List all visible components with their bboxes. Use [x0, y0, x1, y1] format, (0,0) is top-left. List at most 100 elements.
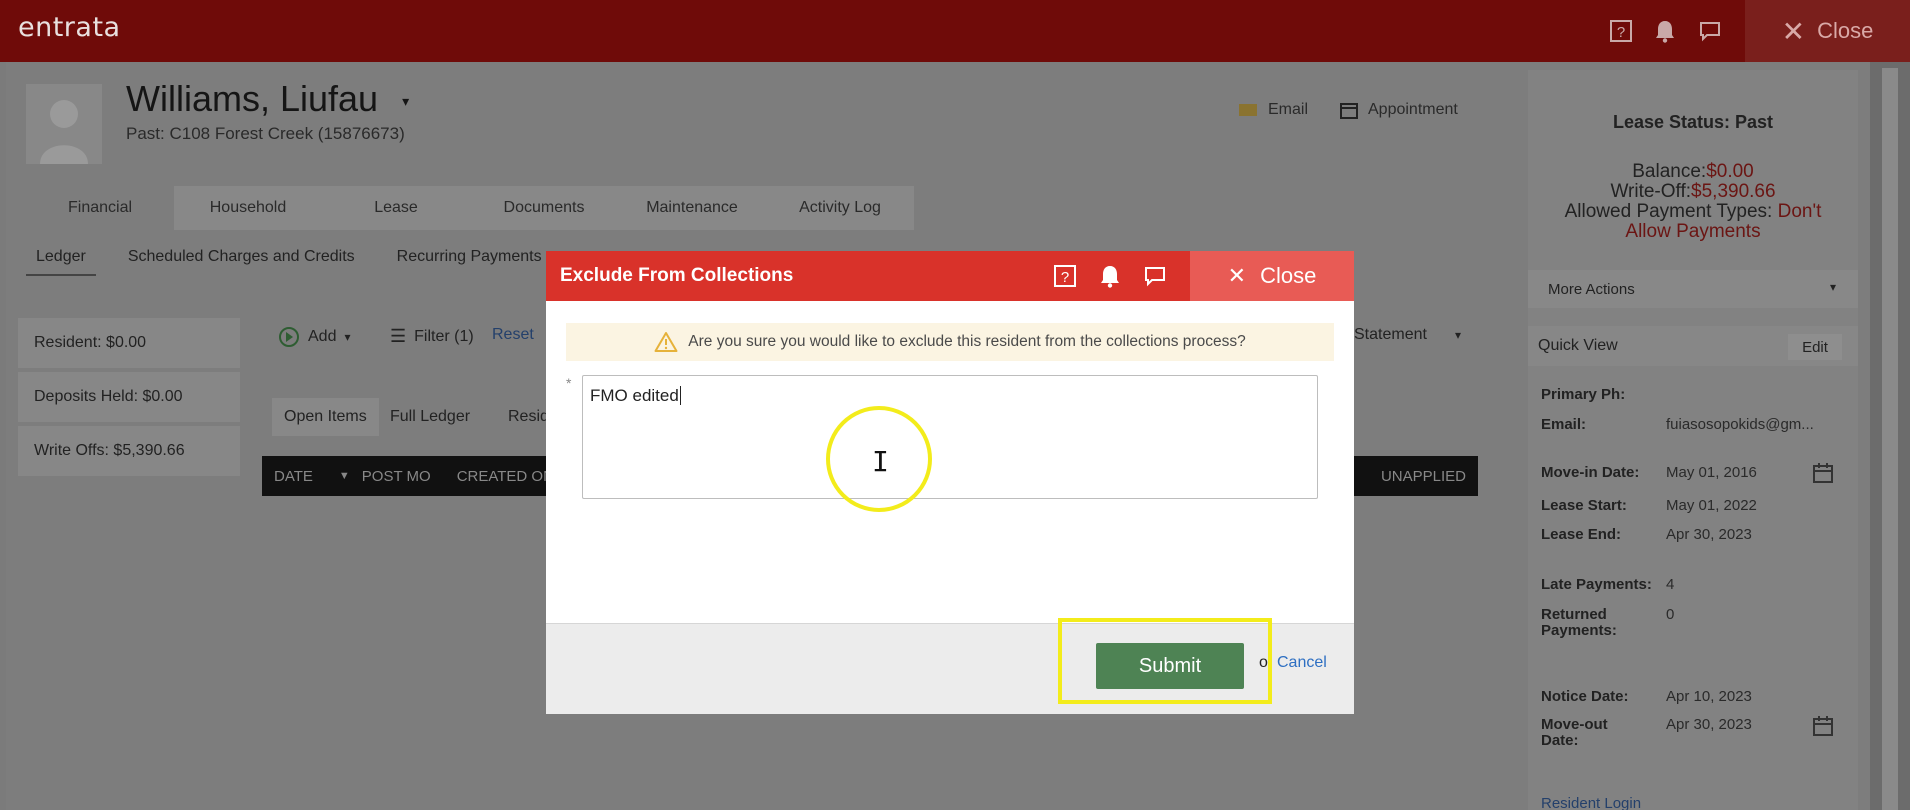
- text-cursor-icon: I: [872, 445, 889, 478]
- tab-activity-log[interactable]: Activity Log: [766, 186, 914, 230]
- lease-end-label: Lease End:: [1541, 526, 1622, 543]
- resident-unit: Past: C108 Forest Creek (15876673): [126, 124, 405, 143]
- late-payments-label: Late Payments:: [1541, 576, 1652, 593]
- email-link-label: Email: [1268, 101, 1309, 118]
- col-post-month[interactable]: POST MO: [362, 468, 431, 485]
- col-created-on[interactable]: CREATED ON: [457, 468, 554, 485]
- resident-name[interactable]: Williams, Liufau ▾: [126, 78, 409, 120]
- email-link[interactable]: Email: [1238, 101, 1308, 119]
- warning-banner: Are you sure you would like to exclude t…: [566, 323, 1334, 361]
- payment-types-value: Don't: [1777, 201, 1822, 222]
- col-date[interactable]: DATE: [274, 468, 313, 485]
- lease-end-value: Apr 30, 2023: [1666, 526, 1752, 543]
- moveout-date-label-cont: Date:: [1541, 732, 1579, 749]
- filter-icon: ☰: [390, 326, 407, 346]
- movein-value: May 01, 2016: [1666, 464, 1757, 481]
- scrollbar-thumb[interactable]: [1882, 68, 1898, 810]
- modal-close-button[interactable]: ✕ Close: [1190, 251, 1354, 301]
- help-icon[interactable]: ?: [1608, 18, 1634, 44]
- add-circle-icon: [279, 327, 299, 347]
- warning-icon: [654, 332, 678, 352]
- resident-tabs: Financial Household Lease Documents Main…: [26, 186, 914, 230]
- svg-text:?: ?: [1061, 269, 1069, 286]
- quick-view-title: Quick View: [1538, 337, 1618, 354]
- balance-line: Balance:$0.00: [1528, 161, 1858, 183]
- close-icon: ✕: [1227, 263, 1247, 288]
- subtab-ledger[interactable]: Ledger: [26, 240, 96, 276]
- help-icon[interactable]: ?: [1052, 263, 1078, 289]
- returned-payments-label: Returned: [1541, 606, 1607, 623]
- bell-icon[interactable]: [1652, 18, 1678, 44]
- lease-start-value: May 01, 2022: [1666, 497, 1757, 514]
- late-payments-value: 4: [1666, 576, 1675, 593]
- calendar-icon: [1340, 103, 1358, 119]
- resident-name-text: Williams, Liufau: [126, 78, 379, 119]
- subtab-scheduled-charges[interactable]: Scheduled Charges and Credits: [118, 240, 365, 276]
- email-label: Email:: [1541, 416, 1587, 433]
- modal-header: Exclude From Collections ? ✕ Close: [546, 251, 1354, 301]
- text-caret: [679, 386, 681, 405]
- payment-types-label: Allowed Payment Types:: [1564, 201, 1773, 222]
- tab-lease[interactable]: Lease: [322, 186, 470, 230]
- resident-balance: Resident: $0.00: [18, 318, 240, 368]
- caret-down-icon[interactable]: ▾: [402, 93, 409, 109]
- subtab-recurring-payments[interactable]: Recurring Payments: [387, 240, 552, 276]
- reset-link[interactable]: Reset: [492, 326, 534, 344]
- calendar-icon[interactable]: [1812, 715, 1834, 737]
- resident-login-link[interactable]: Resident Login: [1541, 795, 1641, 810]
- deposits-held: Deposits Held: $0.00: [18, 372, 240, 422]
- more-actions-dropdown[interactable]: More Actions ▾: [1528, 270, 1858, 308]
- cancel-link[interactable]: Cancel: [1277, 654, 1327, 672]
- page-scrollbar[interactable]: [1870, 62, 1910, 810]
- lease-status: Lease Status: Past: [1612, 112, 1774, 132]
- writeoff-label: Write-Off:: [1610, 181, 1692, 202]
- quick-view-edit-button[interactable]: Edit: [1788, 334, 1842, 360]
- warning-text: Are you sure you would like to exclude t…: [688, 333, 1246, 350]
- required-marker: *: [566, 375, 572, 391]
- more-actions-label: More Actions: [1548, 281, 1635, 298]
- close-icon: ✕: [1781, 15, 1806, 47]
- sort-caret-icon[interactable]: ▼: [339, 470, 350, 482]
- notice-date-value: Apr 10, 2023: [1666, 688, 1752, 705]
- tab-financial[interactable]: Financial: [26, 186, 174, 230]
- modal-title: Exclude From Collections: [560, 265, 794, 286]
- movein-label: Move-in Date:: [1541, 464, 1640, 481]
- tab-documents[interactable]: Documents: [470, 186, 618, 230]
- modal-close-label: Close: [1260, 263, 1317, 288]
- note-textarea[interactable]: FMO edited: [582, 375, 1318, 499]
- open-items-tab[interactable]: Open Items: [272, 398, 379, 436]
- tab-household[interactable]: Household: [174, 186, 322, 230]
- returned-payments-value: 0: [1666, 606, 1675, 623]
- submit-highlight-box: [1058, 618, 1272, 704]
- appointment-link-label: Appointment: [1368, 101, 1458, 118]
- balance-value: $0.00: [1706, 161, 1754, 182]
- full-ledger-tab[interactable]: Full Ledger: [378, 398, 482, 436]
- bell-icon[interactable]: [1097, 263, 1123, 289]
- filter-button[interactable]: ☰ Filter (1): [390, 326, 474, 347]
- appointment-link[interactable]: Appointment: [1340, 101, 1458, 119]
- col-unapplied[interactable]: UNAPPLIED: [1381, 468, 1466, 485]
- add-button[interactable]: Add ▾: [278, 326, 351, 348]
- svg-text:?: ?: [1617, 24, 1625, 41]
- email-value[interactable]: fuiasosopokids@gm...: [1666, 416, 1814, 433]
- avatar: [26, 84, 102, 164]
- moveout-date-label: Move-out: [1541, 716, 1608, 733]
- chat-icon[interactable]: [1142, 263, 1168, 289]
- payment-types-value-cont: Allow Payments: [1625, 221, 1761, 242]
- add-label: Add: [308, 328, 337, 345]
- chat-icon[interactable]: [1697, 18, 1723, 44]
- tab-maintenance[interactable]: Maintenance: [618, 186, 766, 230]
- write-offs: Write Offs: $5,390.66: [18, 426, 240, 476]
- caret-down-icon: ▾: [1454, 328, 1461, 342]
- caret-down-icon: ▾: [1829, 280, 1836, 294]
- statement-dropdown[interactable]: Statement ▾: [1354, 326, 1461, 344]
- statement-label: Statement: [1354, 326, 1427, 343]
- caret-down-icon: ▾: [344, 330, 351, 344]
- primary-phone-label: Primary Ph:: [1541, 386, 1626, 403]
- note-text: FMO edited: [590, 386, 679, 405]
- top-close-button[interactable]: ✕ Close: [1745, 0, 1910, 62]
- calendar-icon[interactable]: [1812, 462, 1834, 484]
- moveout-date-value: Apr 30, 2023: [1666, 716, 1752, 733]
- entrata-logo[interactable]: entrata: [18, 12, 121, 43]
- quick-view-header: Quick View Edit: [1528, 326, 1858, 366]
